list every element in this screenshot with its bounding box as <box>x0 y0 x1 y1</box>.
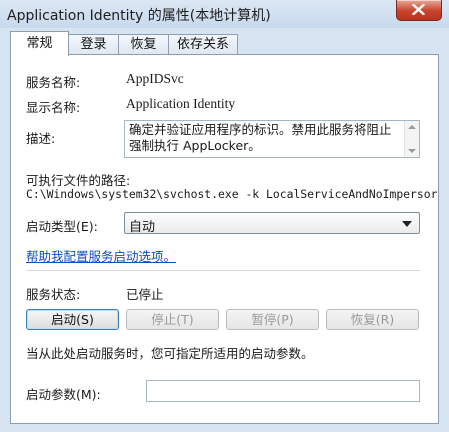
stop-button[interactable]: 停止(T) <box>126 309 219 330</box>
startup-type-label: 启动类型(E): <box>26 219 98 234</box>
start-button[interactable]: 启动(S) <box>26 309 119 330</box>
display-name-value: Application Identity <box>126 96 236 111</box>
start-params-input[interactable] <box>146 380 420 402</box>
tab-general[interactable]: 常规 <box>10 31 69 56</box>
start-params-hint: 当从此处启动服务时，您可指定所适用的启动参数。 <box>26 346 314 361</box>
description-label: 描述: <box>26 131 56 146</box>
description-scrollbar[interactable] <box>404 121 419 157</box>
service-status-value: 已停止 <box>126 287 164 302</box>
display-name-label: 显示名称: <box>26 100 81 115</box>
window-title: Application Identity 的属性(本地计算机) <box>7 8 271 24</box>
close-button[interactable] <box>396 0 442 21</box>
service-name-label: 服务名称: <box>26 75 81 90</box>
dropdown-arrow-icon <box>402 221 412 227</box>
start-params-label: 启动参数(M): <box>26 387 101 402</box>
divider <box>26 270 420 271</box>
tab-recovery[interactable]: 恢复 <box>118 34 169 54</box>
pause-button[interactable]: 暂停(P) <box>226 309 319 330</box>
service-status-label: 服务状态: <box>26 287 81 302</box>
startup-type-value: 自动 <box>129 220 156 235</box>
scroll-up-icon[interactable] <box>408 125 416 129</box>
tab-strip: 常规 登录 恢复 依存关系 <box>10 31 440 56</box>
tab-dependencies[interactable]: 依存关系 <box>168 34 238 54</box>
exe-path-value: C:\Windows\system32\svchost.exe -k Local… <box>26 187 438 201</box>
description-box[interactable]: 确定并验证应用程序的标识。禁用此服务将阻止强制执行 AppLocker。 <box>124 120 420 158</box>
service-name-value: AppIDSvc <box>126 71 184 86</box>
resume-button[interactable]: 恢复(R) <box>326 309 419 330</box>
help-configure-link[interactable]: 帮助我配置服务启动选项。 <box>26 246 176 265</box>
scroll-down-icon[interactable] <box>408 149 416 153</box>
startup-type-select[interactable]: 自动 <box>124 212 420 235</box>
tab-logon[interactable]: 登录 <box>68 34 119 54</box>
description-text: 确定并验证应用程序的标识。禁用此服务将阻止强制执行 AppLocker。 <box>129 122 392 153</box>
title-bar: Application Identity 的属性(本地计算机) <box>0 0 449 28</box>
close-icon <box>412 4 425 15</box>
